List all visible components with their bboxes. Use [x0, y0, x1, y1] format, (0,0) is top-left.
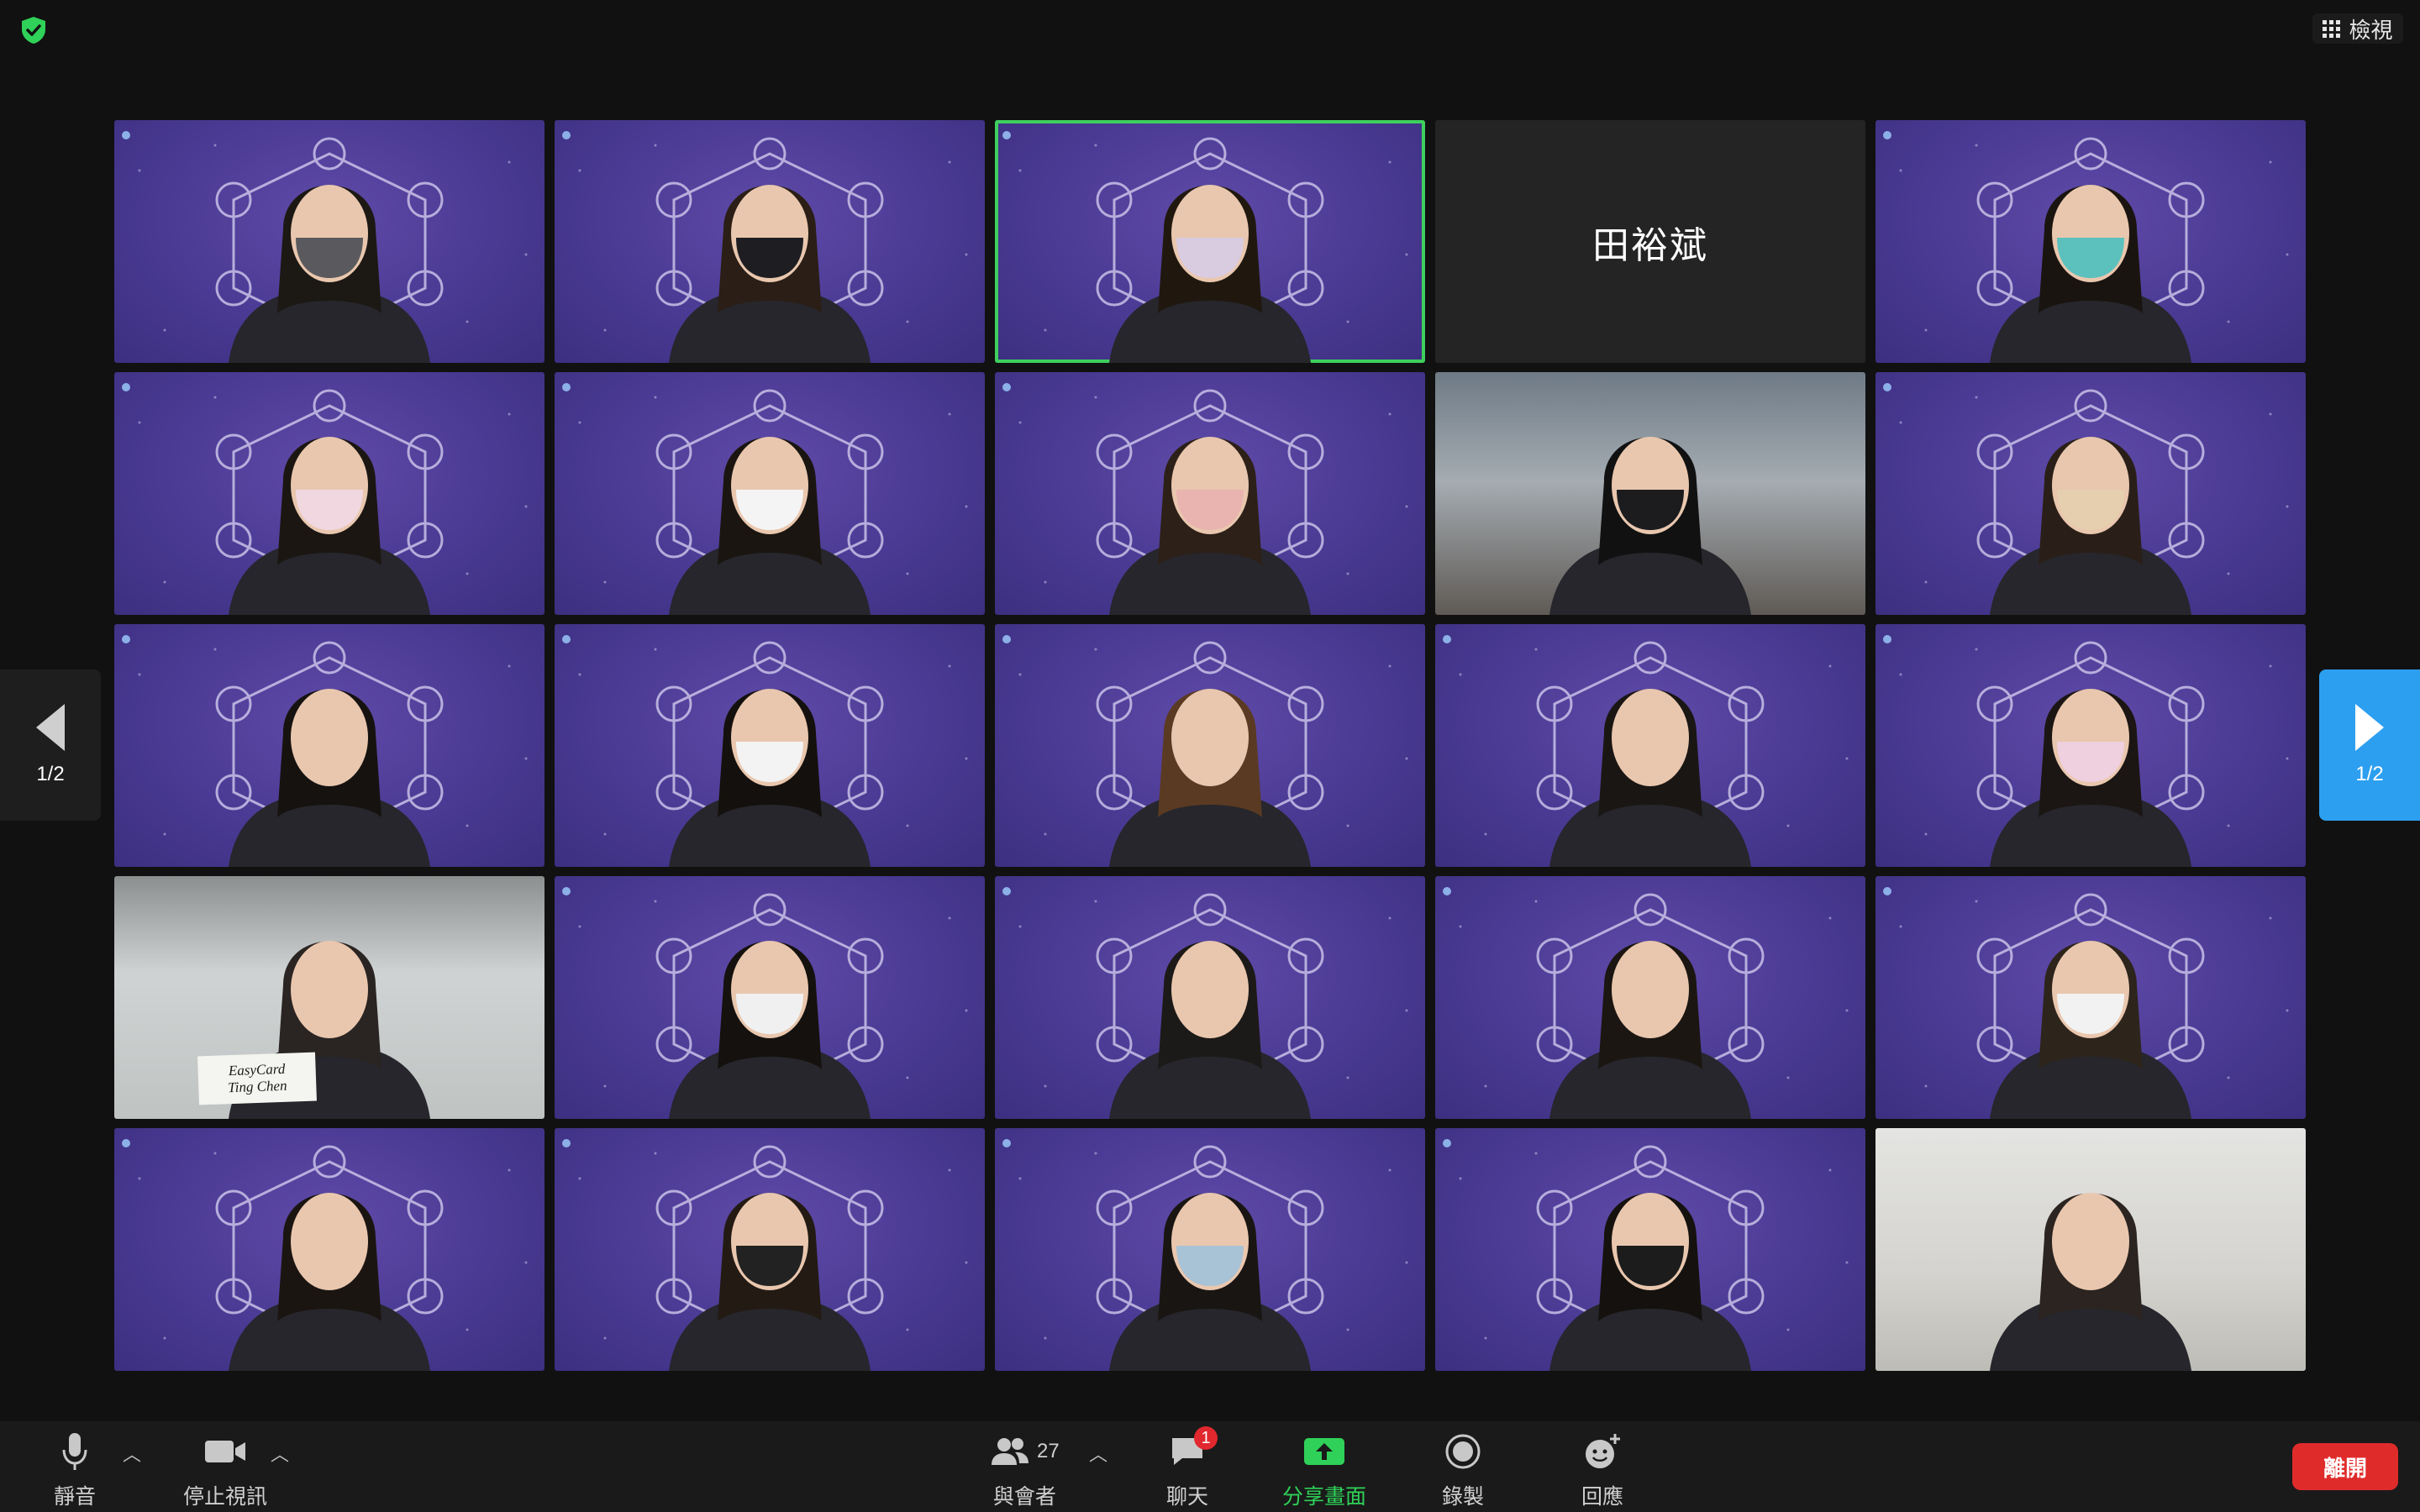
participant-tile[interactable] — [1876, 1128, 2306, 1371]
record-label: 錄製 — [1442, 1485, 1485, 1509]
participant-video — [1549, 1193, 1751, 1371]
participant-tile[interactable] — [1435, 624, 1865, 867]
participant-tile[interactable]: EasyCard Ting Chen — [114, 876, 544, 1119]
participant-tile[interactable] — [995, 624, 1425, 867]
mute-button[interactable]: 靜音 — [54, 1430, 96, 1510]
participants-options-chevron-icon[interactable]: ︿ — [1089, 1440, 1107, 1467]
participant-tile[interactable] — [1876, 624, 2306, 867]
reactions-label: 回應 — [1581, 1485, 1624, 1509]
participant-tile[interactable] — [995, 372, 1425, 615]
audio-options-chevron-icon[interactable]: ︿ — [123, 1440, 141, 1467]
participant-tile[interactable] — [555, 876, 985, 1119]
participant-video — [1109, 1193, 1311, 1371]
share-screen-label: 分享畫面 — [1282, 1485, 1367, 1509]
mute-label: 靜音 — [54, 1485, 97, 1509]
placard-line: EasyCard — [228, 1060, 286, 1079]
participant-video — [669, 941, 871, 1119]
participant-tile[interactable] — [995, 1128, 1425, 1371]
participant-video — [1990, 941, 2191, 1119]
participant-video — [1990, 185, 2191, 363]
participant-tile[interactable] — [1435, 372, 1865, 615]
participant-video — [669, 689, 871, 867]
arrow-right-icon — [2355, 704, 2384, 751]
video-options-chevron-icon[interactable]: ︿ — [271, 1440, 289, 1467]
participant-video — [229, 1193, 430, 1371]
participant-tile[interactable] — [1876, 372, 2306, 615]
participants-icon-group: 27 — [990, 1430, 1060, 1473]
share-screen-button[interactable]: 分享畫面 — [1282, 1430, 1366, 1510]
participant-tile[interactable] — [114, 1128, 544, 1371]
participants-label: 與會者 — [992, 1485, 1056, 1509]
participant-tile[interactable] — [555, 624, 985, 867]
page-indicator-right: 1/2 — [2355, 763, 2384, 785]
chat-unread-badge: 1 — [1194, 1426, 1218, 1450]
participant-video — [229, 689, 430, 867]
reactions-button[interactable]: 回應 — [1581, 1430, 1623, 1510]
participant-video — [229, 185, 430, 363]
chat-icon-wrap: 1 — [1169, 1426, 1218, 1473]
stop-video-button[interactable]: 停止視訊 — [183, 1430, 267, 1510]
participant-tile[interactable] — [114, 624, 544, 867]
video-camera-icon — [203, 1430, 247, 1473]
participant-tile-active-speaker[interactable] — [995, 120, 1425, 363]
participant-video — [1990, 1193, 2191, 1371]
participant-video — [1990, 437, 2191, 615]
meeting-toolbar: 靜音 ︿ 停止視訊 ︿ 27 與會者 ︿ 1 聊天 分享畫面 錄製 回應 — [0, 1421, 2420, 1512]
participant-video — [1549, 941, 1751, 1119]
participant-tile[interactable] — [114, 120, 544, 363]
grid-view-icon — [2323, 19, 2341, 38]
participant-video — [1549, 689, 1751, 867]
participants-icon — [992, 1438, 1028, 1465]
participants-count: 27 — [1037, 1440, 1060, 1462]
participant-video — [669, 1193, 871, 1371]
placard-line: Ting Chen — [227, 1077, 287, 1096]
participants-button[interactable]: 27 與會者 — [990, 1430, 1060, 1510]
participant-gallery: 田裕斌 EasyCard Ting Chen — [114, 120, 2307, 1371]
record-icon — [1444, 1430, 1481, 1473]
participant-video — [1109, 941, 1311, 1119]
participant-tile[interactable] — [1435, 876, 1865, 1119]
participant-tile[interactable] — [555, 372, 985, 615]
record-button[interactable]: 錄製 — [1442, 1430, 1484, 1510]
view-button[interactable]: 檢視 — [2312, 13, 2403, 44]
participant-tile[interactable] — [1876, 876, 2306, 1119]
share-screen-icon — [1303, 1430, 1345, 1473]
participant-tile[interactable] — [555, 120, 985, 363]
participant-tile[interactable] — [995, 876, 1425, 1119]
participant-video — [669, 185, 871, 363]
participant-tile[interactable] — [1435, 1128, 1865, 1371]
participant-tile[interactable] — [555, 1128, 985, 1371]
participant-video — [669, 437, 871, 615]
chat-button[interactable]: 1 聊天 — [1166, 1426, 1218, 1510]
participant-tile[interactable] — [114, 372, 544, 615]
participant-video — [1990, 689, 2191, 867]
participant-video — [1109, 437, 1311, 615]
participant-video — [1109, 185, 1311, 363]
leave-meeting-button[interactable]: 離開 — [2292, 1443, 2398, 1490]
participant-tile[interactable]: 田裕斌 — [1435, 120, 1865, 363]
participant-video — [1109, 689, 1311, 867]
microphone-icon — [60, 1430, 89, 1473]
participant-name: 田裕斌 — [1592, 224, 1708, 266]
previous-page-button[interactable]: 1/2 — [0, 669, 101, 821]
encryption-shield-icon[interactable] — [18, 15, 49, 45]
view-button-label: 檢視 — [2349, 17, 2393, 43]
participant-video — [1549, 437, 1751, 615]
next-page-button[interactable]: 1/2 — [2319, 669, 2420, 821]
chat-label: 聊天 — [1166, 1485, 1209, 1509]
page-indicator-left: 1/2 — [36, 763, 65, 785]
participant-tile[interactable] — [1876, 120, 2306, 363]
arrow-left-icon — [36, 704, 65, 751]
participant-video — [229, 437, 430, 615]
name-placard: EasyCard Ting Chen — [197, 1052, 317, 1105]
emoji-plus-icon — [1583, 1430, 1622, 1473]
stop-video-label: 停止視訊 — [183, 1485, 268, 1509]
